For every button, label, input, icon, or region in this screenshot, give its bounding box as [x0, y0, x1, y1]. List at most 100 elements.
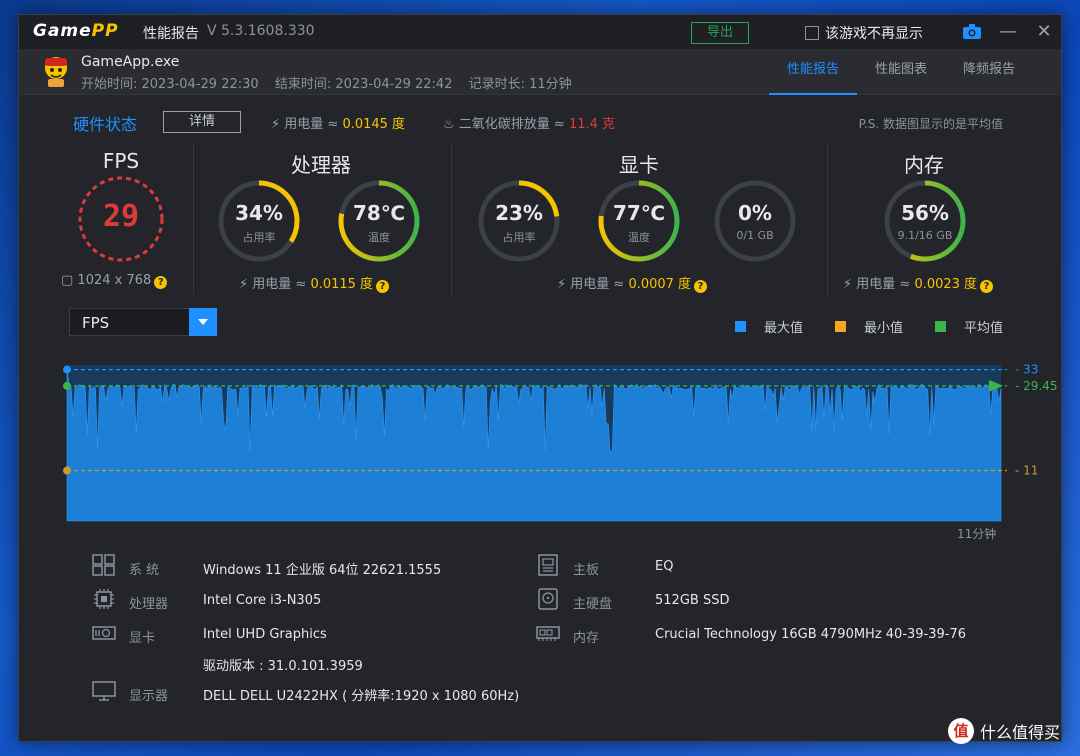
disk-value: 512GB SSD [655, 593, 730, 608]
chevron-down-icon[interactable] [189, 308, 217, 336]
fps-area [66, 369, 1002, 522]
gpu-temp-value: 77℃ [612, 201, 666, 225]
gpu-temp-label: 温度 [628, 231, 650, 244]
divider [193, 143, 194, 295]
smzdm-text: 什么值得买 [980, 723, 1061, 742]
legend-swatch [835, 321, 846, 332]
co2-emission: ♨ 二氧化碳排放量 ≈ 11.4 克 [443, 117, 616, 132]
legend-min: 最小值 [835, 317, 903, 336]
cpu-usage-value: 34% [235, 201, 283, 225]
memory-stick-icon [536, 626, 560, 641]
exe-name: GameApp.exe [81, 54, 180, 70]
hardware-status-row: 硬件状态 详情 ⚡ 用电量 ≈ 0.0145 度 ♨ 二氧化碳排放量 ≈ 11.… [73, 111, 1003, 135]
memory-usage-gauge: 56% 9.1/16 GB [881, 177, 969, 265]
no-display-checkbox[interactable]: 该游戏不再显示 [805, 23, 923, 43]
gpu-vram-value: 0% [738, 201, 772, 225]
max-line-marker [63, 365, 71, 374]
no-display-label: 该游戏不再显示 [825, 26, 923, 42]
legend-max: 最大值 [735, 317, 803, 336]
metric-select[interactable]: FPS [69, 308, 217, 336]
max-line-label: - 33 [1015, 363, 1038, 377]
memory-usage-label: 9.1/16 GB [897, 229, 953, 242]
cpu-temp-value: 78℃ [352, 201, 406, 225]
version-label: V 5.3.1608.330 [207, 23, 315, 39]
fps-gauge: 29 [75, 173, 167, 265]
help-icon[interactable]: ? [694, 280, 708, 293]
end-time: 结束时间: 2023-04-29 22:42 [274, 77, 453, 92]
cpu-temp-gauge: 78℃ 温度 [335, 177, 423, 265]
camera-icon[interactable] [963, 24, 981, 39]
tab-performance-chart[interactable]: 性能图表 [857, 49, 945, 95]
smzdm-watermark: 值 什么值得买 [948, 718, 1060, 744]
cpu-label: 处理器 [129, 597, 169, 612]
legend-swatch [735, 321, 746, 332]
detail-button[interactable]: 详情 [163, 111, 241, 133]
avg-line-marker [63, 381, 71, 390]
fps-chart: - 33 - 29.45 - 11 [63, 363, 1058, 522]
gpu-usage-value: 23% [495, 201, 543, 225]
legend-swatch [935, 321, 946, 332]
driver-version: 驱动版本 : 31.0.101.3959 [203, 659, 363, 674]
export-button[interactable]: 导出 [691, 22, 749, 44]
help-icon[interactable]: ? [980, 280, 994, 293]
total-power: ⚡ 用电量 ≈ 0.0145 度 [271, 117, 406, 132]
fps-value: 29 [102, 199, 140, 234]
total-power-value: 0.0145 度 [342, 117, 406, 132]
motherboard-icon [538, 554, 558, 576]
session-header: GameApp.exe 开始时间: 2023-04-29 22:30 结束时间:… [19, 49, 1061, 95]
session-meta: 开始时间: 2023-04-29 22:30 结束时间: 2023-04-29 … [81, 73, 584, 92]
close-button[interactable]: ✕ [1033, 21, 1055, 43]
gamepp-logo: GamePP [33, 21, 119, 41]
fps-title: FPS [102, 149, 140, 173]
cpu-usage-label: 占用率 [242, 231, 276, 244]
memory-usage-value: 56% [901, 201, 949, 225]
smzdm-logo-icon: 值 [948, 718, 974, 744]
ram-value: Crucial Technology 16GB 4790MHz 40-39-39… [655, 627, 967, 642]
gpu-usage-gauge: 23% 占用率 [475, 177, 563, 265]
cpu-usage-gauge: 34% 占用率 [215, 177, 303, 265]
tab-throttle-report[interactable]: 降频报告 [945, 49, 1033, 95]
gamepp-window: GamePP 性能报告 V 5.3.1608.330 导出 该游戏不再显示 — … [18, 14, 1062, 742]
gpu-temp-gauge: 77℃ 温度 [595, 177, 683, 265]
cpu-temp-label: 温度 [368, 231, 390, 244]
monitor-value: DELL DELL U2422HX ( 分辨率:1920 x 1080 60Hz… [203, 689, 520, 704]
minimize-button[interactable]: — [997, 21, 1019, 43]
chart-duration-label: 11分钟 [957, 527, 997, 541]
gpu-label: 显卡 [129, 631, 156, 646]
window-title: 性能报告 [143, 26, 199, 42]
divider [451, 143, 452, 295]
duration: 记录时长: 11分钟 [468, 77, 572, 92]
cpu-power: ⚡ 用电量 ≈ 0.0115 度? [239, 273, 390, 293]
gpu-value: Intel UHD Graphics [203, 627, 327, 642]
windows-icon [92, 554, 115, 576]
board-label: 主板 [573, 563, 600, 578]
power-icon: ⚡ [271, 117, 285, 132]
co2-icon: ♨ [443, 117, 459, 132]
gpu-power: ⚡ 用电量 ≈ 0.0007 度? [557, 273, 708, 293]
cpu-value: Intel Core i3-N305 [203, 593, 322, 608]
chart-note: P.S. 数据图显示的是平均值 [858, 117, 1003, 131]
tab-performance-report[interactable]: 性能报告 [769, 49, 857, 95]
min-line-marker [63, 466, 71, 475]
legend-avg: 平均值 [935, 317, 1003, 336]
gpu-usage-label: 占用率 [502, 231, 536, 244]
report-tabs: 性能报告 性能图表 降频报告 [769, 49, 1033, 95]
title-bar[interactable]: GamePP 性能报告 V 5.3.1608.330 导出 该游戏不再显示 — … [19, 15, 1061, 49]
checkbox-box[interactable] [805, 26, 819, 40]
help-icon[interactable]: ? [154, 276, 168, 289]
monitor-icon: ▢ [61, 273, 78, 288]
hard-disk-icon [538, 588, 558, 610]
help-icon[interactable]: ? [376, 280, 390, 293]
min-line-label: - 11 [1015, 464, 1038, 478]
avg-line-label: - 29.45 [1015, 379, 1058, 393]
power-icon: ⚡ [239, 277, 253, 292]
gpu-vram-label: 0/1 GB [736, 229, 774, 242]
power-icon: ⚡ [557, 277, 571, 292]
os-label: 系 统 [129, 563, 160, 578]
power-icon: ⚡ [843, 277, 857, 292]
gpu-title: 显卡 [619, 153, 659, 177]
fps-resolution: ▢ 1024 x 768? [61, 273, 168, 289]
divider [827, 143, 828, 295]
disk-label: 主硬盘 [573, 597, 613, 612]
gpu-vram-gauge: 0% 0/1 GB [711, 177, 799, 265]
